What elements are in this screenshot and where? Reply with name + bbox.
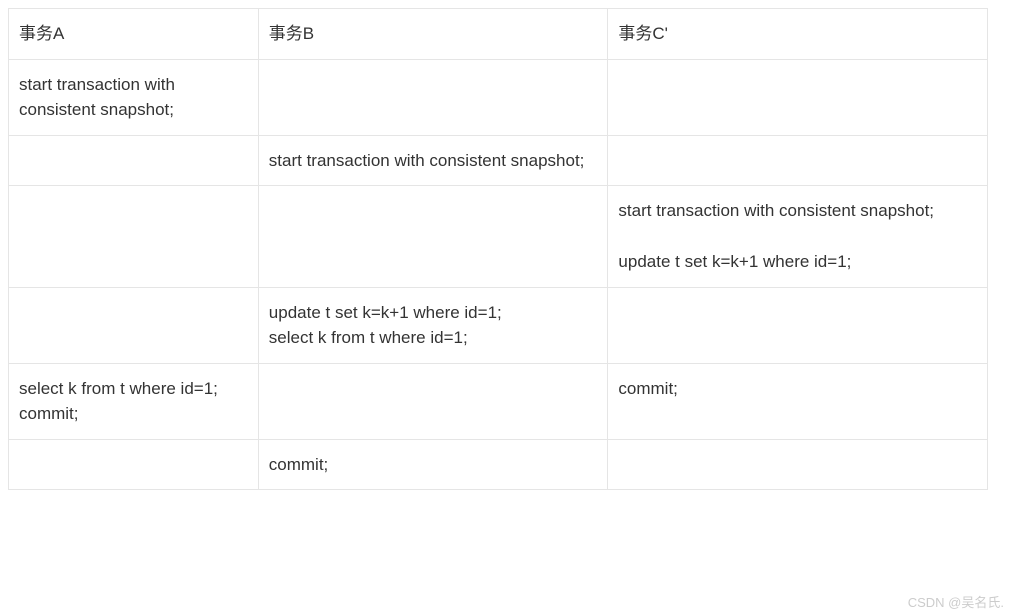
- cell-b: [258, 59, 608, 135]
- header-col-a: 事务A: [9, 9, 259, 60]
- table-row: commit;: [9, 439, 988, 490]
- table-row: select k from t where id=1; commit; comm…: [9, 363, 988, 439]
- header-col-b: 事务B: [258, 9, 608, 60]
- cell-c: commit;: [608, 363, 988, 439]
- cell-c: [608, 439, 988, 490]
- cell-b: [258, 363, 608, 439]
- cell-c: [608, 135, 988, 186]
- table-row: start transaction with consistent snapsh…: [9, 135, 988, 186]
- header-col-c: 事务C': [608, 9, 988, 60]
- cell-a: start transaction with consistent snapsh…: [9, 59, 259, 135]
- cell-a: [9, 287, 259, 363]
- watermark: CSDN @吴名氏.: [908, 592, 1004, 611]
- cell-c: start transaction with consistent snapsh…: [608, 186, 988, 288]
- cell-c: [608, 287, 988, 363]
- cell-a: select k from t where id=1; commit;: [9, 363, 259, 439]
- cell-a: [9, 186, 259, 288]
- table-header-row: 事务A 事务B 事务C': [9, 9, 988, 60]
- table-row: update t set k=k+1 where id=1; select k …: [9, 287, 988, 363]
- cell-a: [9, 439, 259, 490]
- cell-b: commit;: [258, 439, 608, 490]
- cell-b: [258, 186, 608, 288]
- cell-a: [9, 135, 259, 186]
- table-row: start transaction with consistent snapsh…: [9, 186, 988, 288]
- transaction-table: 事务A 事务B 事务C' start transaction with cons…: [8, 8, 988, 490]
- cell-b: update t set k=k+1 where id=1; select k …: [258, 287, 608, 363]
- cell-b: start transaction with consistent snapsh…: [258, 135, 608, 186]
- cell-c: [608, 59, 988, 135]
- table-row: start transaction with consistent snapsh…: [9, 59, 988, 135]
